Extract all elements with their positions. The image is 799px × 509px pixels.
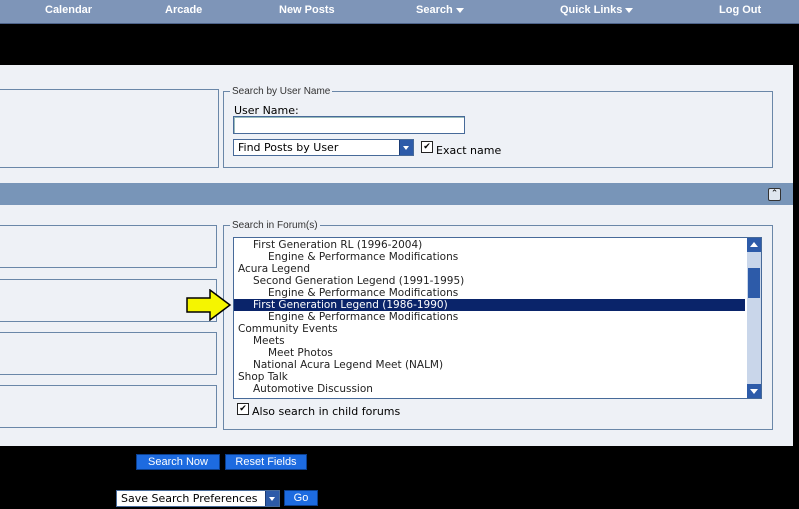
listbox-scrollbar[interactable]	[747, 238, 761, 398]
exact-name-checkbox[interactable]: ✔	[421, 141, 433, 153]
search-now-button[interactable]: Search Now	[136, 454, 220, 470]
forum-option[interactable]: Community Events	[234, 323, 749, 335]
user-mode-value: Find Posts by User	[238, 141, 339, 154]
forum-listbox[interactable]: First Generation RL (1996-2004) Engine &…	[233, 237, 762, 399]
forum-option[interactable]: First Generation RL (1996-2004)	[234, 239, 761, 251]
forum-option[interactable]: Second Generation Legend (1991-1995)	[234, 275, 761, 287]
preferences-value: Save Search Preferences	[121, 492, 258, 505]
nav-arcade[interactable]: Arcade	[165, 4, 202, 16]
go-button[interactable]: Go	[284, 490, 318, 506]
arrow-down-icon	[750, 389, 758, 394]
collapse-icon[interactable]: ⌃	[768, 188, 781, 201]
arrow-up-icon	[750, 242, 758, 247]
chevron-down-icon	[625, 7, 634, 13]
scroll-thumb[interactable]	[748, 268, 760, 298]
chevron-down-icon	[455, 7, 464, 13]
top-navbar: Calendar Arcade New Posts Search Quick L…	[0, 0, 799, 24]
left-fieldset-3	[0, 332, 217, 375]
forum-option[interactable]: Acura Legend	[234, 263, 749, 275]
forum-option[interactable]: Engine & Performance Modifications	[234, 287, 761, 299]
chevron-down-icon	[399, 140, 413, 155]
user-mode-select[interactable]: Find Posts by User	[233, 139, 414, 156]
nav-calendar[interactable]: Calendar	[45, 4, 92, 16]
yellow-arrow-icon	[186, 289, 232, 321]
user-search-legend: Search by User Name	[232, 86, 331, 97]
preferences-select[interactable]: Save Search Preferences	[116, 490, 280, 507]
forum-option[interactable]: Automotive Discussion	[234, 383, 761, 395]
left-fieldset-1	[0, 225, 217, 268]
scroll-up-button[interactable]	[747, 238, 761, 252]
left-fieldset-2	[0, 279, 217, 322]
scroll-down-button[interactable]	[747, 384, 761, 398]
forum-option[interactable]: Engine & Performance Modifications	[234, 251, 761, 263]
forum-search-legend: Search in Forum(s)	[232, 220, 318, 231]
reset-fields-button[interactable]: Reset Fields	[225, 454, 307, 470]
exact-name-label: Exact name	[436, 144, 502, 157]
left-fieldset-4	[0, 385, 217, 428]
forum-option-selected[interactable]: First Generation Legend (1986-1990)	[234, 299, 745, 311]
forum-option[interactable]: Shop Talk	[234, 371, 749, 383]
forum-option[interactable]: Engine & Performance Modifications	[234, 311, 761, 323]
nav-log-out[interactable]: Log Out	[719, 4, 761, 16]
user-name-input[interactable]	[233, 116, 465, 134]
nav-search[interactable]: Search	[416, 4, 464, 16]
child-forums-checkbox[interactable]: ✔	[237, 403, 249, 415]
forum-option[interactable]: Meets	[234, 335, 761, 347]
forum-option[interactable]: National Acura Legend Meet (NALM)	[234, 359, 761, 371]
chevron-down-icon	[265, 491, 279, 506]
left-fieldset-top	[0, 89, 219, 168]
section-header-bar	[0, 183, 793, 205]
nav-quick-links-label: Quick Links	[560, 4, 623, 16]
nav-new-posts[interactable]: New Posts	[279, 4, 335, 16]
nav-quick-links[interactable]: Quick Links	[560, 4, 634, 16]
child-forums-label: Also search in child forums	[252, 405, 401, 418]
nav-search-label: Search	[416, 4, 453, 16]
forum-option[interactable]: Meet Photos	[234, 347, 761, 359]
